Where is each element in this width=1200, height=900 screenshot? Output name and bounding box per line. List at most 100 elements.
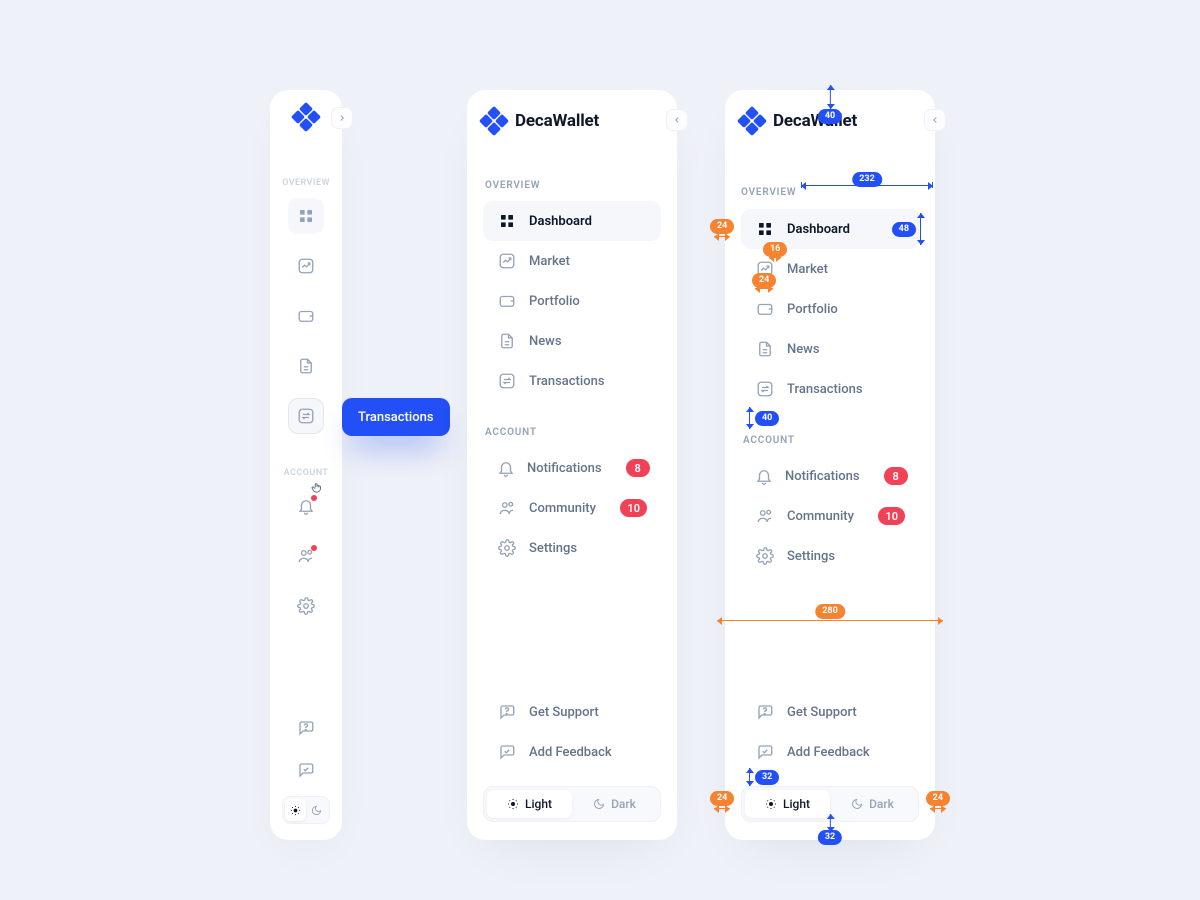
nav-label: Market [529, 254, 570, 269]
sun-icon [765, 798, 777, 810]
nav-item-transactions[interactable]: Transactions [741, 369, 919, 409]
badge-community: 10 [878, 507, 905, 525]
spec-marker-row-left-pad: 24 [710, 219, 734, 237]
nav-label: Notifications [527, 461, 602, 476]
spec-marker-footer-gap-bottom: 32 [818, 814, 842, 845]
nav-item-feedback[interactable]: Add Feedback [741, 732, 919, 772]
spec-marker-panel-width: 280 [717, 620, 943, 621]
nav-label: Transactions [787, 382, 863, 397]
spec-marker-toggle-pad-left: 24 [710, 791, 734, 809]
brand-name: DecaWallet [515, 111, 599, 131]
nav-item-market[interactable]: Market [483, 241, 661, 281]
theme-light-option[interactable] [285, 799, 306, 821]
nav-item-community[interactable]: Community 10 [741, 496, 919, 536]
theme-dark-option[interactable]: Dark [830, 790, 915, 818]
nav-label: Community [787, 509, 854, 524]
nav-item-feedback[interactable]: Add Feedback [483, 732, 661, 772]
brand-logo [741, 110, 763, 132]
transactions-icon [497, 371, 517, 391]
nav-item-transactions[interactable]: Transactions [483, 361, 661, 401]
sun-icon [290, 805, 301, 816]
sidebar-collapse-toggle[interactable] [924, 109, 946, 131]
nav-label: Settings [529, 541, 577, 556]
nav-item-community[interactable] [288, 538, 324, 574]
bell-icon [497, 458, 515, 478]
section-title-account: ACCOUNT [485, 427, 661, 438]
nav-item-settings[interactable] [288, 588, 324, 624]
spec-marker-toggle-pad-right: 24 [926, 791, 950, 809]
nav-label: Dashboard [529, 214, 592, 229]
sun-icon [507, 798, 519, 810]
theme-toggle[interactable] [282, 796, 330, 824]
support-icon [296, 718, 316, 738]
spec-marker-row-height: 48 [892, 213, 921, 245]
nav-label: Add Feedback [529, 745, 612, 760]
nav-item-community[interactable]: Community 10 [483, 488, 661, 528]
nav-label: Market [787, 262, 828, 277]
dashboard-icon [296, 206, 316, 226]
sidebar-expand-toggle[interactable] [331, 107, 353, 129]
nav-item-support[interactable] [288, 710, 324, 746]
feedback-icon [755, 742, 775, 762]
theme-dark-option[interactable]: Dark [572, 790, 657, 818]
market-icon [296, 256, 316, 276]
community-icon [755, 506, 775, 526]
nav-item-settings[interactable]: Settings [741, 536, 919, 576]
transactions-icon [296, 406, 316, 426]
nav-label: Transactions [529, 374, 605, 389]
portfolio-icon [497, 291, 517, 311]
dashboard-icon [497, 211, 517, 231]
nav-item-support[interactable]: Get Support [483, 692, 661, 732]
sidebar-collapse-toggle[interactable] [666, 109, 688, 131]
nav-label: Dashboard [787, 222, 850, 237]
chevron-right-icon [337, 113, 347, 123]
news-icon [755, 339, 775, 359]
market-icon [497, 251, 517, 271]
nav-label: Portfolio [787, 302, 838, 317]
brand-name: DecaWallet [773, 111, 857, 131]
nav-item-portfolio[interactable] [288, 298, 324, 334]
nav-item-news[interactable] [288, 348, 324, 384]
nav-item-notifications[interactable]: Notifications 8 [741, 456, 919, 496]
sidebar-collapsed: OVERVIEW Transactions [270, 90, 342, 840]
theme-light-option[interactable]: Light [487, 790, 572, 818]
feedback-icon [497, 742, 517, 762]
spec-marker-icon-pad: 24 [752, 273, 776, 289]
section-title-overview: OVERVIEW [485, 180, 661, 191]
nav-item-portfolio[interactable]: Portfolio [483, 281, 661, 321]
chevron-left-icon [672, 115, 682, 125]
nav-item-support[interactable]: Get Support [741, 692, 919, 732]
notification-dot [311, 545, 317, 551]
spec-marker-icon-gap: 16 [763, 242, 787, 258]
nav-item-transactions[interactable]: Transactions [288, 398, 324, 434]
nav-item-dashboard[interactable] [288, 198, 324, 234]
nav-tooltip-transactions: Transactions [342, 398, 450, 436]
dashboard-icon [755, 219, 775, 239]
portfolio-icon [755, 299, 775, 319]
chevron-left-icon [930, 115, 940, 125]
brand-logo [483, 110, 505, 132]
theme-toggle[interactable]: Light Dark [483, 786, 661, 822]
nav-item-news[interactable]: News [483, 321, 661, 361]
sidebar-expanded: DecaWallet OVERVIEW Dashboard Market Por… [467, 90, 677, 840]
nav-item-market[interactable]: Market 16 24 [741, 249, 919, 289]
nav-item-settings[interactable]: Settings [483, 528, 661, 568]
spec-marker-section-gap: 40 [749, 407, 779, 429]
feedback-icon [296, 760, 316, 780]
sidebar-annotated-spec: DecaWallet 40 OVERVIEW 232 Dashboard 48 [725, 90, 935, 840]
nav-item-notifications[interactable]: Notifications 8 [483, 448, 661, 488]
moon-icon [311, 805, 322, 816]
moon-icon [593, 798, 605, 810]
nav-item-market[interactable] [288, 248, 324, 284]
nav-item-feedback[interactable] [288, 752, 324, 788]
gear-icon [755, 546, 775, 566]
theme-dark-option[interactable] [306, 799, 327, 821]
nav-item-news[interactable]: News [741, 329, 919, 369]
gear-icon [296, 596, 316, 616]
nav-item-portfolio[interactable]: Portfolio [741, 289, 919, 329]
support-icon [755, 702, 775, 722]
section-title-overview: OVERVIEW [741, 187, 796, 198]
news-icon [497, 331, 517, 351]
section-title-account: ACCOUNT [743, 435, 919, 446]
nav-item-dashboard[interactable]: Dashboard [483, 201, 661, 241]
